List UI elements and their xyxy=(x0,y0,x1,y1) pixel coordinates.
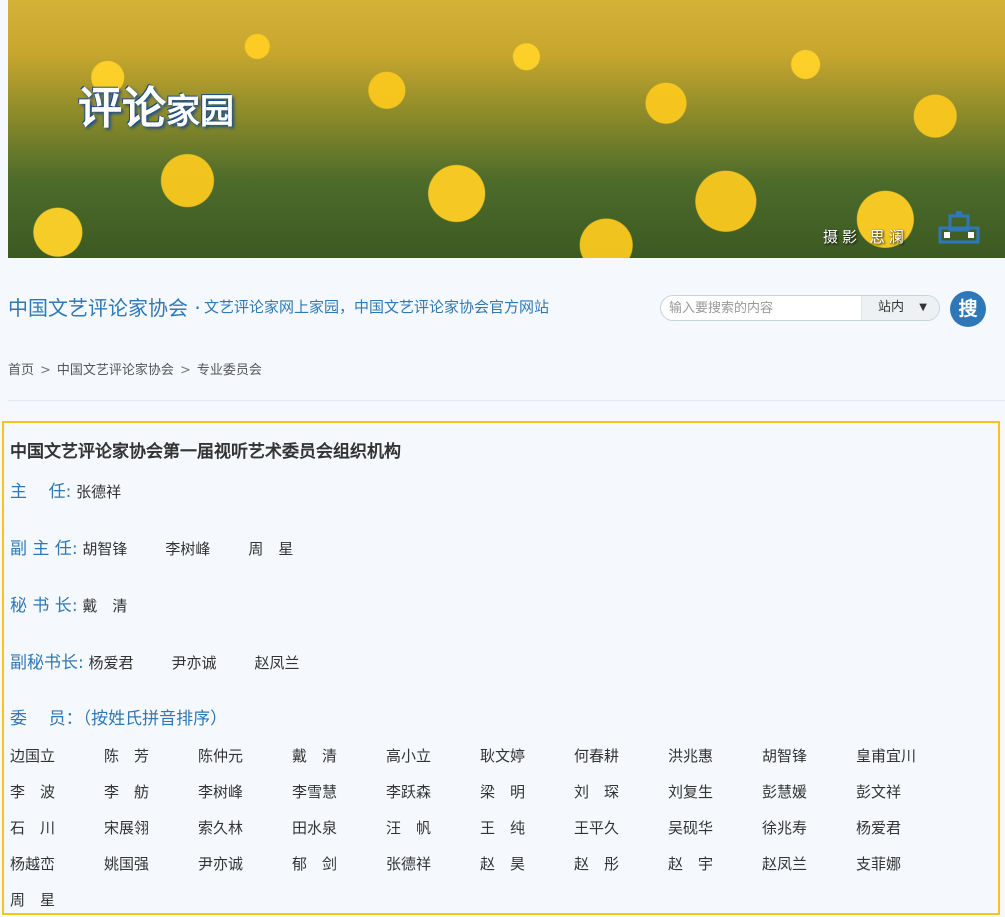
role-row-director: 主 任: 张德祥 xyxy=(10,477,159,502)
person-name: 李树峰 xyxy=(165,540,211,558)
member-name: 戴 清 xyxy=(292,747,338,765)
photo-credit: 摄影 思澜 xyxy=(823,228,908,246)
member-name: 索久林 xyxy=(198,819,244,837)
breadcrumb-separator: > xyxy=(179,363,191,378)
member-name: 梁 明 xyxy=(480,783,526,801)
members-note: （按姓氏拼音排序） xyxy=(82,709,228,729)
member-name: 李跃森 xyxy=(386,783,432,801)
member-name: 李树峰 xyxy=(198,783,244,801)
member-name: 耿文婷 xyxy=(480,747,526,765)
person-name: 尹亦诚 xyxy=(171,654,217,672)
member-name: 李 波 xyxy=(10,783,56,801)
role-colon: : xyxy=(78,653,84,673)
member-name: 李 舫 xyxy=(104,783,150,801)
member-name: 何春耕 xyxy=(574,747,620,765)
search-input[interactable] xyxy=(661,296,861,320)
banner-image: 评论家园 摄影 思澜 xyxy=(8,0,1005,258)
member-name: 宋展翎 xyxy=(104,819,150,837)
role-label: 秘 书 长 xyxy=(10,596,72,616)
person-name: 戴 清 xyxy=(82,597,128,615)
search-button[interactable]: 搜 xyxy=(950,291,986,327)
member-name: 尹亦诚 xyxy=(198,855,244,873)
role-row-deputy-secretary-general: 副秘书长: 杨爱君 尹亦诚 赵凤兰 xyxy=(10,648,338,673)
member-name: 郁 剑 xyxy=(292,855,338,873)
banner-title-small: 家园 xyxy=(166,92,234,132)
role-row-deputy-director: 副 主 任: 胡智锋 李树峰 周 星 xyxy=(10,534,331,559)
breadcrumb-home[interactable]: 首页 xyxy=(8,363,34,378)
member-name: 胡智锋 xyxy=(762,747,808,765)
member-name: 石 川 xyxy=(10,819,56,837)
person-name: 杨爱君 xyxy=(88,654,134,672)
site-title[interactable]: 中国文艺评论家协会 · xyxy=(8,292,201,321)
person-name: 周 星 xyxy=(248,540,294,558)
chevron-down-icon: ▼ xyxy=(919,302,927,313)
member-name: 边国立 xyxy=(10,747,56,765)
member-name: 张德祥 xyxy=(386,855,432,873)
member-name: 刘 琛 xyxy=(574,783,620,801)
banner-title-big: 评论 xyxy=(78,83,166,134)
person-name: 赵凤兰 xyxy=(254,654,300,672)
person-name: 胡智锋 xyxy=(82,540,128,558)
member-name: 赵 昊 xyxy=(480,855,526,873)
role-label: 主 任 xyxy=(10,482,66,502)
member-name: 汪 帆 xyxy=(386,819,432,837)
role-label: 副 主 任 xyxy=(10,539,72,559)
breadcrumb-separator: > xyxy=(40,363,51,378)
member-name: 田水泉 xyxy=(292,819,338,837)
site-subtitle: 文艺评论家网上家园，中国文艺评论家协会官方网站 xyxy=(204,298,550,316)
member-name: 赵 宇 xyxy=(668,855,714,873)
member-name: 徐兆寿 xyxy=(762,819,808,837)
search-scope-select[interactable]: 站内 ▼ xyxy=(861,296,939,320)
role-label: 副秘书长 xyxy=(10,653,78,673)
association-logo-icon xyxy=(938,211,980,244)
search-scope-label: 站内 xyxy=(878,300,905,315)
search-box: 站内 ▼ xyxy=(660,295,940,321)
divider xyxy=(8,400,1005,401)
member-name: 赵凤兰 xyxy=(762,855,808,873)
member-name: 周 星 xyxy=(10,891,56,909)
member-name: 高小立 xyxy=(386,747,432,765)
member-name: 彭文祥 xyxy=(856,783,902,801)
breadcrumb: 首页 > 中国文艺评论家协会 > 专业委员会 xyxy=(8,359,262,378)
role-names: 张德祥 xyxy=(76,481,159,502)
member-name: 支菲娜 xyxy=(856,855,902,873)
breadcrumb-committees[interactable]: 专业委员会 xyxy=(197,363,262,378)
member-name: 刘复生 xyxy=(668,783,714,801)
member-name: 皇甫宜川 xyxy=(856,747,917,765)
member-name: 杨越峦 xyxy=(10,855,56,873)
role-row-members: 委 员：（按姓氏拼音排序） xyxy=(10,704,227,729)
member-name: 王 纯 xyxy=(480,819,526,837)
role-colon: : xyxy=(65,482,72,502)
role-colon: ： xyxy=(65,709,83,729)
member-name: 彭慧媛 xyxy=(762,783,808,801)
member-name: 李雪慧 xyxy=(292,783,338,801)
role-colon: : xyxy=(71,539,78,559)
person-name: 张德祥 xyxy=(76,483,122,501)
role-colon: : xyxy=(71,596,78,616)
content-panel: 中国文艺评论家协会第一届视听艺术委员会组织机构 主 任: 张德祥 副 主 任: … xyxy=(2,421,1000,915)
member-name: 姚国强 xyxy=(104,855,150,873)
member-name: 陈仲元 xyxy=(198,747,244,765)
role-names: 杨爱君 尹亦诚 赵凤兰 xyxy=(89,652,338,673)
role-names: 戴 清 xyxy=(82,595,165,616)
role-names: 胡智锋 李树峰 周 星 xyxy=(82,538,331,559)
member-name: 吴砚华 xyxy=(668,819,714,837)
member-name: 洪兆惠 xyxy=(668,747,714,765)
banner-title: 评论家园 xyxy=(78,72,234,136)
member-name: 陈 芳 xyxy=(104,747,150,765)
role-label: 委 员 xyxy=(10,709,66,729)
page-title: 中国文艺评论家协会第一届视听艺术委员会组织机构 xyxy=(10,442,401,462)
role-row-secretary-general: 秘 书 长: 戴 清 xyxy=(10,591,165,616)
member-name: 王平久 xyxy=(574,819,620,837)
member-name: 赵 彤 xyxy=(574,855,620,873)
breadcrumb-association[interactable]: 中国文艺评论家协会 xyxy=(57,363,174,378)
member-name: 杨爱君 xyxy=(856,819,902,837)
